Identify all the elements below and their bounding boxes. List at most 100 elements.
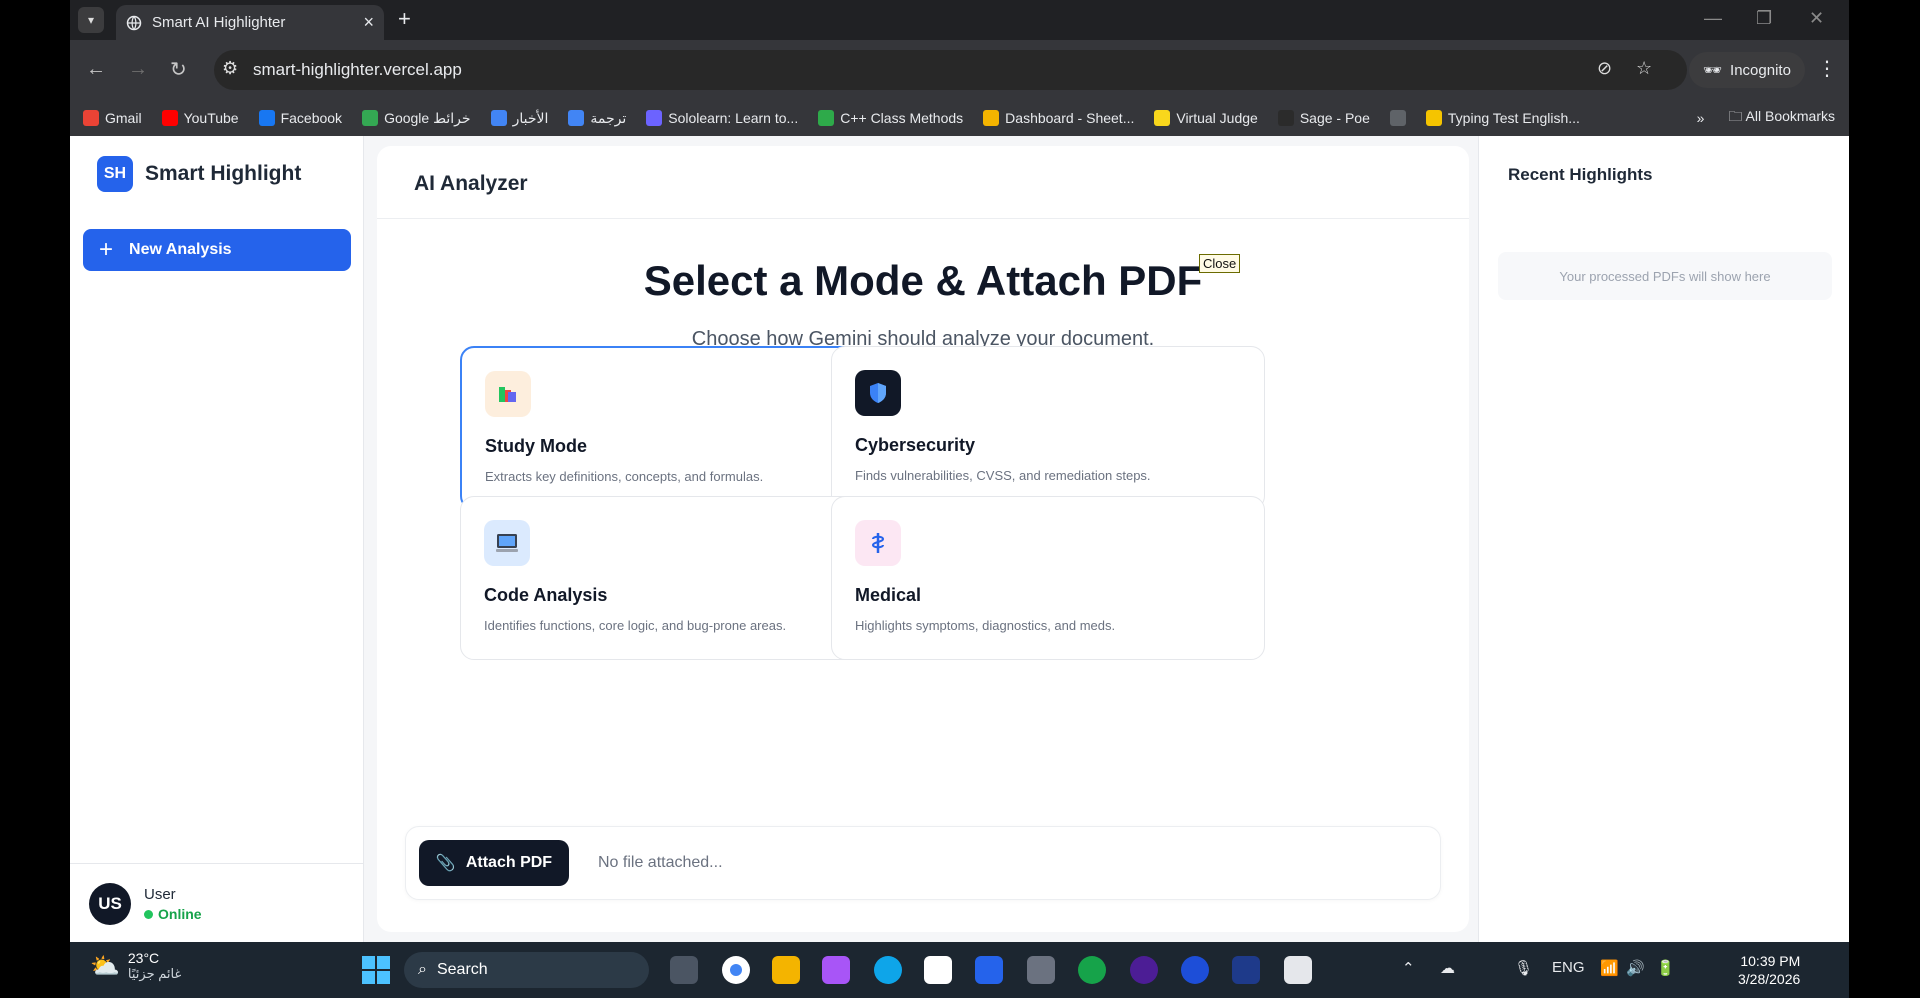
browser-menu-icon[interactable]: ⋮ [1817,56,1837,81]
bookmark-favicon-icon [1425,110,1442,126]
chrome-icon[interactable] [722,956,750,984]
tab-title: Smart AI Highlighter [152,14,286,31]
bookmark-item[interactable]: Typing Test English... [1425,110,1580,126]
hero-title: Select a Mode & Attach PDF [643,257,1203,304]
store-icon[interactable] [924,956,952,984]
tab-search-button[interactable]: ▾ [78,7,104,33]
taskbar-search[interactable]: ⌕ Search [404,952,649,988]
new-analysis-button[interactable]: + New Analysis [83,229,351,271]
all-bookmarks-label: All Bookmarks [1745,108,1835,124]
bookmark-item[interactable]: YouTube [161,110,239,126]
app-icon[interactable] [1027,956,1055,984]
minimize-button[interactable]: — [1704,8,1722,29]
start-button[interactable] [362,956,390,984]
mode-description: Highlights symptoms, diagnostics, and me… [855,618,1116,633]
back-icon[interactable]: ← [86,58,106,81]
bookmark-favicon-icon [818,110,835,126]
close-window-button[interactable]: ✕ [1809,8,1824,29]
attach-pdf-label: Attach PDF [465,854,553,871]
eye-off-icon[interactable]: ⊘ [1597,58,1612,79]
bookmark-item[interactable]: الأخبار [490,110,548,127]
weather-temp: 23°C [127,950,160,966]
attach-pdf-button[interactable]: 📎 Attach PDF [419,840,569,886]
bookmark-favicon-icon [1277,110,1294,126]
mode-card-cybersecurity[interactable]: Cybersecurity Finds vulnerabilities, CVS… [831,346,1265,510]
globe-icon [126,15,142,30]
attach-status: No file attached... [598,854,723,871]
snipping-tool-icon[interactable] [1284,956,1312,984]
bookmark-label: Google خرائط [384,109,471,126]
new-analysis-label: New Analysis [129,241,232,258]
bookmark-label: Dashboard - Sheet... [1005,110,1135,126]
browser-tab-bar: ▾ Smart AI Highlighter × + — ❐ ✕ [70,0,1849,40]
bookmark-item[interactable] [1389,110,1406,126]
edge-icon[interactable] [874,956,902,984]
screen: ▾ Smart AI Highlighter × + — ❐ ✕ ← → ↻ ⚙… [70,0,1849,998]
bookmark-favicon-icon [983,110,1000,126]
mode-description: Finds vulnerabilities, CVSS, and remedia… [855,468,1151,483]
new-tab-button[interactable]: + [398,6,411,32]
bookmark-item[interactable]: Virtual Judge [1154,110,1258,126]
close-tab-icon[interactable]: × [363,12,374,33]
shield-icon [855,370,901,416]
incognito-label: Incognito [1730,61,1791,79]
browser-tab[interactable]: Smart AI Highlighter × [116,5,384,40]
bookmark-favicon-icon [362,110,379,126]
task-view-icon[interactable] [670,956,698,984]
bookmark-favicon-icon [646,110,663,126]
more-bookmarks-icon[interactable]: » [1697,110,1705,126]
weather-widget[interactable]: ⛅ 23°C غائم جزئيًا [90,950,181,982]
close-button[interactable]: Close [1199,254,1241,273]
bookmark-item[interactable]: ترجمة [568,110,626,127]
app-logo[interactable]: SH Smart Highlight [97,156,301,192]
bookmark-favicon-icon [1154,110,1171,126]
copilot-icon[interactable] [822,956,850,984]
search-icon: ⌕ [418,961,427,978]
incognito-badge[interactable]: 🕶 Incognito [1689,52,1805,88]
xbox-icon[interactable] [1078,956,1106,984]
tray-icon[interactable]: ☁ [1440,959,1455,977]
logo-text: Smart Highlight [145,162,302,185]
file-explorer-icon[interactable] [772,956,800,984]
eclipse-icon[interactable] [1130,956,1158,984]
bookmark-favicon-icon [568,110,585,126]
bookmark-label: Gmail [105,110,142,126]
volume-icon[interactable]: 🔊 [1626,959,1645,977]
app-icon[interactable] [1232,956,1260,984]
attach-bar: 📎 Attach PDF No file attached... [405,826,1441,900]
bookmark-star-icon[interactable]: ☆ [1636,58,1652,79]
mode-card-code-analysis[interactable]: Code Analysis Identifies functions, core… [460,496,894,660]
bookmark-item[interactable]: C++ Class Methods [818,110,963,126]
microphone-icon[interactable]: 🎙 [1514,959,1533,977]
logo-badge: SH [97,156,133,192]
clock[interactable]: 10:39 PM 3/28/2026 [1738,952,1800,988]
url-text[interactable]: smart-highlighter.vercel.app [253,60,462,80]
bookmark-label: Sage - Poe [1299,110,1370,126]
mode-card-study[interactable]: Study Mode Extracts key definitions, con… [460,346,894,510]
bookmark-item[interactable]: Dashboard - Sheet... [983,110,1134,126]
sidebar: SH Smart Highlight + New Analysis US Use… [70,136,364,942]
bookmark-item[interactable]: Facebook [258,110,342,126]
app-icon[interactable] [975,956,1003,984]
battery-icon[interactable]: 🔋 [1656,959,1675,977]
wifi-icon[interactable]: 📶 [1600,959,1619,977]
bookmark-item[interactable]: Sololearn: Learn to... [646,110,798,126]
bookmark-item[interactable]: Gmail [83,110,142,126]
chevron-up-icon[interactable]: ⌃ [1402,959,1415,977]
computer-icon [484,520,530,566]
weather-icon: ⛅ [90,952,120,980]
plus-icon: + [99,236,114,263]
app-icon[interactable] [1181,956,1209,984]
restore-button[interactable]: ❐ [1756,8,1772,29]
language-indicator[interactable]: ENG [1552,959,1585,976]
bookmark-item[interactable]: Google خرائط [362,110,471,127]
forward-icon[interactable]: → [128,58,148,81]
reload-icon[interactable]: ↻ [170,57,187,82]
mode-description: Extracts key definitions, concepts, and … [485,469,764,484]
user-profile[interactable]: US User Online [70,863,364,942]
bookmark-item[interactable]: Sage - Poe [1277,110,1370,126]
mode-card-medical[interactable]: Medical Highlights symptoms, diagnostics… [831,496,1265,660]
all-bookmarks[interactable]: 🗀 All Bookmarks [1728,106,1835,130]
mode-title: Study Mode [485,436,587,456]
site-info-icon[interactable]: ⚙ [222,58,238,79]
